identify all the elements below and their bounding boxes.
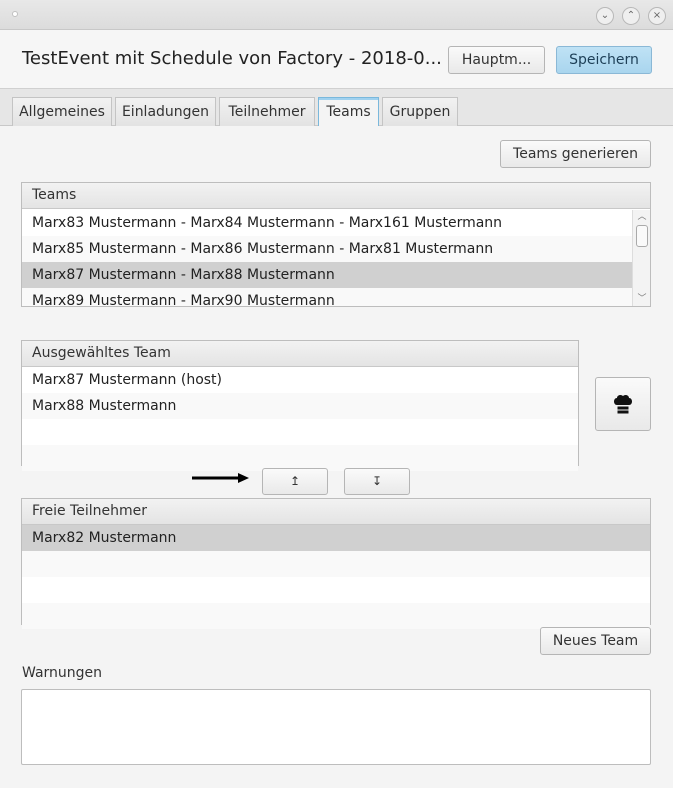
- selected-team-list[interactable]: Ausgewähltes Team Marx87 Mustermann (hos…: [21, 340, 579, 471]
- scroll-up-icon[interactable]: ︿: [633, 210, 651, 224]
- chef-hat-icon: [614, 394, 632, 414]
- page-title: TestEvent mit Schedule von Factory - 201…: [22, 48, 442, 69]
- pointer-arrow-icon: [192, 473, 249, 483]
- teams-list[interactable]: Teams Marx83 Mustermann - Marx84 Musterm…: [21, 182, 651, 307]
- maximize-button[interactable]: ⌃: [622, 7, 640, 25]
- save-button[interactable]: Speichern: [556, 46, 652, 74]
- move-down-button[interactable]: ↧: [344, 468, 410, 495]
- scroll-down-icon[interactable]: ﹀: [633, 292, 651, 306]
- warnings-label: Warnungen: [22, 665, 103, 681]
- scroll-thumb[interactable]: [636, 225, 648, 247]
- main-menu-button[interactable]: Hauptm...: [448, 46, 545, 74]
- team-row[interactable]: Marx89 Mustermann - Marx90 Mustermann: [22, 288, 632, 306]
- teams-tab-content: Teams generieren Teams Marx83 Mustermann…: [0, 126, 673, 788]
- tab-teams[interactable]: Teams: [318, 97, 379, 128]
- close-button[interactable]: ×: [648, 7, 666, 25]
- team-row-selected[interactable]: Marx87 Mustermann - Marx88 Mustermann: [22, 262, 632, 288]
- free-participants-list[interactable]: Freie Teilnehmer Marx82 Mustermann: [21, 498, 651, 629]
- participant-row-selected[interactable]: Marx82 Mustermann: [22, 525, 650, 551]
- teams-list-scrollbar[interactable]: ︿ ﹀: [632, 210, 650, 306]
- team-row[interactable]: Marx85 Mustermann - Marx86 Mustermann - …: [22, 236, 632, 262]
- warnings-textarea[interactable]: [21, 689, 651, 765]
- window-titlebar: ⌄ ⌃ ×: [0, 0, 673, 30]
- tab-allgemeines[interactable]: Allgemeines: [12, 97, 112, 127]
- team-member-row[interactable]: Marx88 Mustermann: [22, 393, 578, 419]
- tab-bar: Allgemeines Einladungen Teilnehmer Teams…: [0, 88, 673, 128]
- empty-row: [22, 577, 650, 603]
- cook-button[interactable]: [595, 377, 651, 431]
- empty-row: [22, 603, 650, 629]
- move-up-button[interactable]: ↥: [262, 468, 328, 495]
- empty-row: [22, 551, 650, 577]
- empty-row: [22, 419, 578, 445]
- teams-list-header: Teams: [22, 183, 650, 209]
- team-row[interactable]: Marx83 Mustermann - Marx84 Mustermann - …: [22, 210, 632, 236]
- selected-team-header: Ausgewähltes Team: [22, 341, 578, 367]
- team-member-row[interactable]: Marx87 Mustermann (host): [22, 367, 578, 393]
- tab-gruppen[interactable]: Gruppen: [382, 97, 458, 127]
- window-menu-dot[interactable]: [12, 11, 18, 17]
- tab-teilnehmer[interactable]: Teilnehmer: [219, 97, 315, 127]
- minimize-button[interactable]: ⌄: [596, 7, 614, 25]
- generate-teams-button[interactable]: Teams generieren: [500, 140, 651, 168]
- app-header: TestEvent mit Schedule von Factory - 201…: [0, 30, 673, 88]
- new-team-button[interactable]: Neues Team: [540, 627, 651, 655]
- free-participants-header: Freie Teilnehmer: [22, 499, 650, 525]
- tab-einladungen[interactable]: Einladungen: [115, 97, 216, 127]
